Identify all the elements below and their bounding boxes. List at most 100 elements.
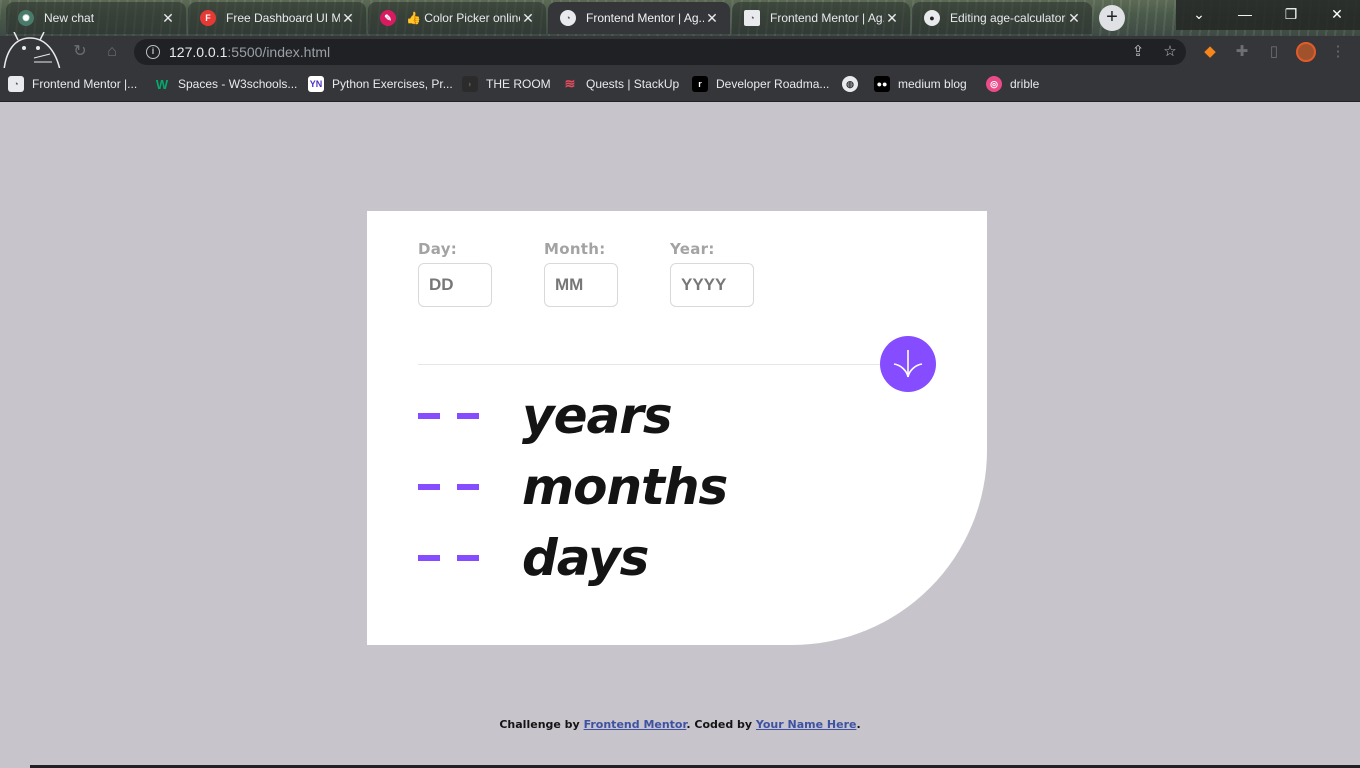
bookmarks-bar: ◔ Frontend Mentor |... W Spaces - W3scho… (0, 68, 1360, 102)
year-input[interactable] (670, 263, 754, 307)
frontend-mentor-icon: ◔ (744, 10, 760, 26)
bookmark-dribbble[interactable]: ◎ drible (986, 76, 1039, 92)
openai-icon: ✺ (18, 10, 34, 26)
year-field: Year: (670, 240, 754, 307)
close-icon[interactable]: ✕ (884, 10, 900, 27)
tab-title: Editing age-calculator (950, 11, 1066, 25)
bookmark-label: Frontend Mentor |... (32, 77, 138, 91)
close-icon[interactable]: ✕ (160, 10, 176, 27)
maximize-button[interactable]: ❐ (1268, 0, 1314, 30)
years-unit: years (522, 387, 673, 445)
totoro-theme-icon (3, 32, 61, 71)
age-calculator-card: Day: Month: Year: years months days (367, 211, 987, 645)
days-value (418, 555, 522, 561)
frontend-mentor-icon: ◔ (8, 76, 24, 92)
author-link[interactable]: Your Name Here (756, 718, 857, 731)
side-panel-icon[interactable]: ▯ (1264, 42, 1284, 62)
avatar[interactable] (1296, 42, 1316, 62)
extensions-icon[interactable]: ✚ (1232, 42, 1252, 62)
bookmark-label: Spaces - W3schools... (178, 77, 298, 91)
new-tab-button[interactable]: + (1099, 5, 1125, 31)
bookmark-label: medium blog (898, 77, 967, 91)
python-exercises-icon: YN (308, 76, 324, 92)
close-window-button[interactable]: ✕ (1314, 0, 1360, 30)
bookmark-label: THE ROOM (486, 77, 551, 91)
months-value (418, 484, 522, 490)
tab-color-picker[interactable]: ✎ 👍 Color Picker online ✕ (368, 2, 546, 34)
bookmark-stackup[interactable]: ≋ Quests | StackUp (562, 76, 680, 92)
github-icon: ● (924, 10, 940, 26)
tab-strip: ✺ New chat ✕ F Free Dashboard UI M... ✕ … (0, 0, 1360, 36)
the-room-icon: ◗ (462, 76, 478, 92)
frontend-mentor-icon: ◔ (560, 10, 576, 26)
day-label: Day: (418, 240, 458, 258)
tab-title: Free Dashboard UI M... (226, 11, 340, 25)
day-field: Day: (418, 240, 492, 307)
url-host: 127.0.0.1 (169, 44, 228, 60)
attribution-prefix: Challenge by (499, 718, 584, 731)
tab-frontend-mentor-active[interactable]: ◔ Frontend Mentor | Ag... ✕ (548, 2, 730, 34)
minimize-button[interactable]: — (1222, 0, 1268, 30)
submit-button[interactable] (880, 336, 936, 392)
dribbble-icon: ◎ (986, 76, 1002, 92)
color-picker-icon: ✎ (380, 10, 396, 26)
bookmark-medium[interactable]: ●● medium blog (874, 76, 967, 92)
w3schools-icon: W (155, 76, 169, 92)
bookmark-developer-roadmap[interactable]: r Developer Roadma... (692, 76, 829, 92)
bookmark-frontend-mentor[interactable]: ◔ Frontend Mentor |... (8, 76, 137, 92)
home-icon[interactable]: ⌂ (102, 42, 122, 62)
attribution-middle: . Coded by (686, 718, 756, 731)
tab-dashboard[interactable]: F Free Dashboard UI M... ✕ (188, 2, 366, 34)
result-days: days (418, 529, 649, 587)
bookmark-globe[interactable]: ◍ (842, 76, 866, 92)
close-icon[interactable]: ✕ (340, 10, 356, 27)
browser-toolbar: ↻ ⌂ i 127.0.0.1:5500/index.html ⇪ ☆ ◆ ✚ … (0, 32, 1360, 71)
stackup-icon: ≋ (564, 76, 576, 91)
tab-frontend-mentor[interactable]: ◔ Frontend Mentor | Ag... ✕ (732, 2, 910, 34)
tab-title: New chat (44, 11, 95, 25)
reload-icon[interactable]: ↻ (70, 42, 90, 62)
attribution: Challenge by Frontend Mentor. Coded by Y… (0, 718, 1360, 731)
tab-title: Frontend Mentor | Ag... (586, 11, 704, 25)
arrow-down-icon (893, 350, 923, 378)
month-field: Month: (544, 240, 618, 307)
tab-github[interactable]: ● Editing age-calculator ✕ (912, 2, 1092, 34)
bookmark-star-icon[interactable]: ☆ (1160, 42, 1180, 62)
bookmark-label: drible (1010, 77, 1040, 91)
tab-new-chat[interactable]: ✺ New chat ✕ (6, 2, 186, 34)
bookmark-python-exercises[interactable]: YN Python Exercises, Pr... (308, 76, 453, 92)
month-label: Month: (544, 240, 606, 258)
year-label: Year: (670, 240, 715, 258)
bookmark-the-room[interactable]: ◗ THE ROOM (462, 76, 551, 92)
years-value (418, 413, 522, 419)
bookmark-label: Quests | StackUp (586, 77, 680, 91)
share-icon[interactable]: ⇪ (1128, 42, 1148, 62)
tab-title: Frontend Mentor | Ag... (770, 11, 884, 25)
tab-title: 👍 Color Picker online (406, 11, 520, 25)
days-unit: days (522, 529, 649, 587)
bookmark-label: Developer Roadma... (716, 77, 830, 91)
address-bar[interactable]: i 127.0.0.1:5500/index.html (134, 39, 1186, 65)
medium-icon: ●● (874, 76, 890, 92)
url-path: :5500/index.html (227, 44, 331, 60)
months-unit: months (522, 458, 728, 516)
roadmap-icon: r (692, 76, 708, 92)
month-input[interactable] (544, 263, 618, 307)
frontend-mentor-link[interactable]: Frontend Mentor (584, 718, 687, 731)
result-months: months (418, 458, 728, 516)
globe-icon: ◍ (842, 76, 858, 92)
tab-search-button[interactable]: ⌄ (1176, 0, 1222, 30)
close-icon[interactable]: ✕ (1066, 10, 1082, 27)
bookmark-w3schools[interactable]: W Spaces - W3schools... (154, 76, 298, 92)
divider (418, 364, 888, 365)
menu-icon[interactable]: ⋮ (1328, 42, 1348, 62)
metamask-icon[interactable]: ◆ (1200, 42, 1220, 62)
fft-icon: F (200, 10, 216, 26)
day-input[interactable] (418, 263, 492, 307)
close-icon[interactable]: ✕ (704, 10, 720, 27)
attribution-suffix: . (856, 718, 861, 731)
result-years: years (418, 387, 673, 445)
bookmark-label: Python Exercises, Pr... (332, 77, 453, 91)
close-icon[interactable]: ✕ (520, 10, 536, 27)
site-info-icon[interactable]: i (146, 45, 160, 59)
